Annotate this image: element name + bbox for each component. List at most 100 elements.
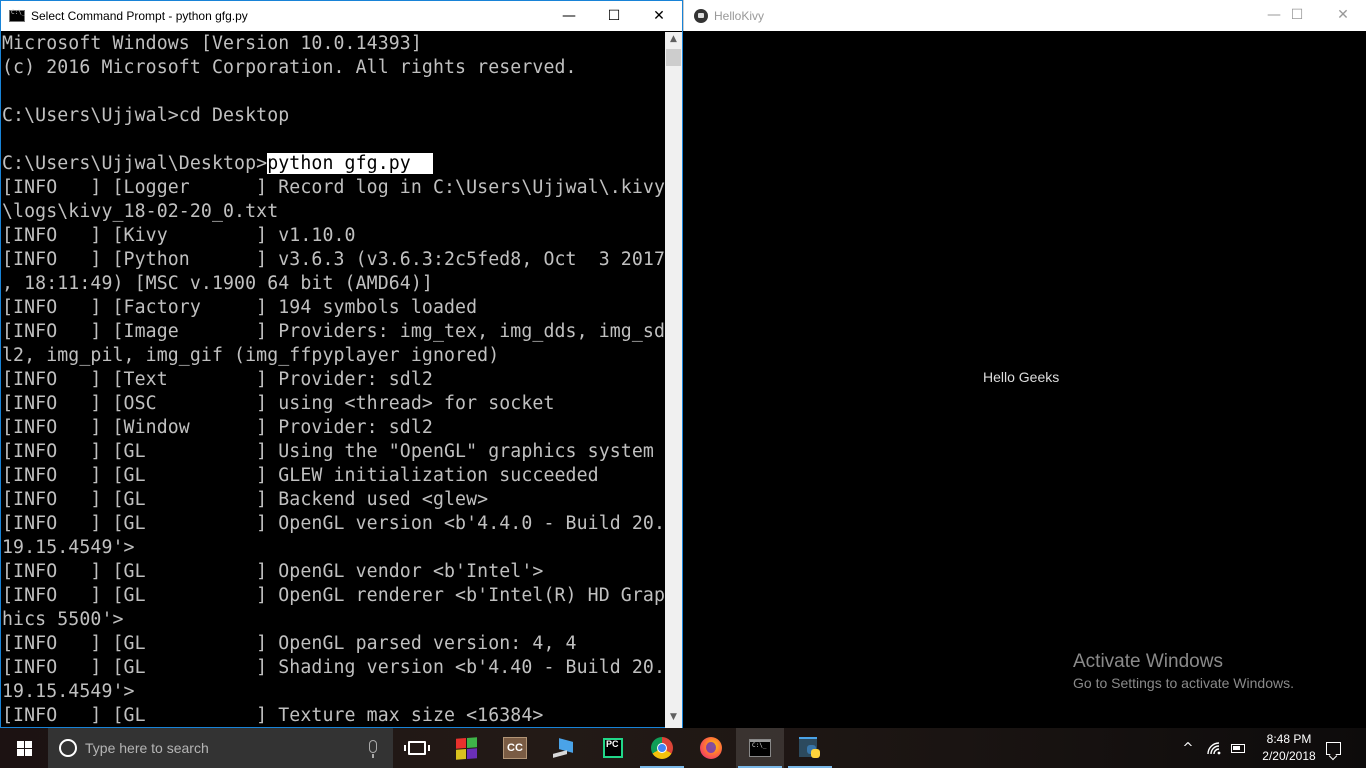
watermark-title: Activate Windows [1073,651,1223,672]
console-line: [INFO ] [Factory ] 194 symbols loaded [2,296,665,320]
console-line: (c) 2016 Microsoft Corporation. All righ… [2,56,665,80]
console-line: [INFO ] [Kivy ] v1.10.0 [2,224,665,248]
console-line-text: hics 5500'> [2,609,124,630]
console-line: \logs\kivy_18-02-20_0.txt [2,200,665,224]
console-line-text: [INFO ] [Logger ] Record log in C:\Users… [2,177,665,198]
console-line-text: [INFO ] [Python ] v3.6.3 (v3.6.3:2c5fed8… [2,249,665,270]
task-view-button[interactable] [393,728,441,768]
scroll-down-icon[interactable]: ▼ [665,712,682,726]
kivy-close-button[interactable]: ✕ [1320,0,1366,30]
console-line-text: l2, img_pil, img_gif (img_ffpyplayer ign… [2,345,500,366]
console-line-text: [INFO ] [OSC ] using <thread> for socket [2,393,555,414]
selected-command-text[interactable]: python gfg.py [267,153,433,174]
console-line: 19.15.4549'> [2,536,665,560]
battery-charging-icon [1231,743,1245,753]
firefox-icon [700,737,722,759]
console-line: [INFO ] [Python ] v3.6.3 (v3.6.3:2c5fed8… [2,248,665,272]
console-line-text: , 18:11:49) [MSC v.1900 64 bit (AMD64)] [2,273,433,294]
console-line: [INFO ] [Window ] Provider: sdl2 [2,416,665,440]
show-hidden-icons-button[interactable]: ^ [1176,728,1200,768]
console-line: 19.15.4549'> [2,680,665,704]
chrome-icon [651,737,673,759]
clock-time: 8:48 PM [1266,732,1312,746]
notification-icon [1325,741,1341,755]
taskbar-store-button[interactable] [442,728,490,768]
console-line-text: [INFO ] [GL ] OpenGL version <b'4.4.0 - … [2,513,665,534]
console-line: [INFO ] [Text ] Provider: sdl2 [2,368,665,392]
console-line: [INFO ] [GL ] OpenGL vendor <b'Intel'> [2,560,665,584]
console-output[interactable]: Microsoft Windows [Version 10.0.14393] (c… [2,32,665,728]
hellokivy-window[interactable]: HelloKivy — ☐ ✕ Hello Geeks Activate Wind… [683,0,1366,728]
battery-button[interactable] [1226,728,1250,768]
start-button[interactable] [0,728,48,768]
cmd-titlebar[interactable]: Select Command Prompt - python gfg.py — … [1,1,682,31]
taskbar-firefox-button[interactable] [687,728,735,768]
scroll-up-icon[interactable]: ▲ [665,34,682,48]
console-line: [INFO ] [Logger ] Record log in C:\Users… [2,176,665,200]
console-line-text: [INFO ] [GL ] OpenGL renderer <b'Intel(R… [2,585,665,606]
console-line: C:\Users\Ujjwal>cd Desktop [2,104,665,128]
microphone-icon[interactable] [369,740,377,758]
watermark-subtitle: Go to Settings to activate Windows. [1073,675,1294,691]
command-prompt-window[interactable]: Select Command Prompt - python gfg.py — … [0,0,683,728]
console-line: l2, img_pil, img_gif (img_ffpyplayer ign… [2,344,665,368]
console-line: [INFO ] [OSC ] using <thread> for socket [2,392,665,416]
taskbar-cc-button[interactable]: CC [491,728,539,768]
action-center-button[interactable] [1318,728,1348,768]
console-line: [INFO ] [GL ] OpenGL parsed version: 4, … [2,632,665,656]
console-line-text: \logs\kivy_18-02-20_0.txt [2,201,279,222]
console-line-text: [INFO ] [Text ] Provider: sdl2 [2,369,433,390]
cc-icon: CC [503,737,527,759]
scrollbar-thumb[interactable] [666,49,681,66]
search-placeholder: Type here to search [85,740,209,756]
console-line-text: [INFO ] [GL ] Texture max size <16384> [2,705,544,726]
taskbar-this-pc-button[interactable] [540,728,588,768]
cmd-app-icon [9,9,25,22]
console-line-text: [INFO ] [GL ] OpenGL parsed version: 4, … [2,633,577,654]
kivy-titlebar[interactable]: HelloKivy — ☐ ✕ [683,0,1366,31]
pycharm-icon: PC [603,738,623,758]
network-button[interactable] [1202,728,1226,768]
taskbar: Type here to search CC PC ^ [0,728,1366,768]
taskbar-cmd-button[interactable] [736,728,784,768]
console-line: [INFO ] [GL ] Texture max size <16384> [2,704,665,728]
windows-logo-icon [16,740,32,756]
cmd-minimize-button[interactable]: — [546,1,592,31]
taskbar-pycharm-button[interactable]: PC [589,728,637,768]
console-line: C:\Users\Ujjwal\Desktop>python gfg.py [2,152,665,176]
console-line-text: [INFO ] [Factory ] 194 symbols loaded [2,297,478,318]
cmd-window-title: Select Command Prompt - python gfg.py [31,9,248,23]
taskbar-chrome-button[interactable] [638,728,686,768]
console-line: [INFO ] [GL ] Using the "OpenGL" graphic… [2,440,665,464]
console-line-text: [INFO ] [Window ] Provider: sdl2 [2,417,433,438]
kivy-maximize-button[interactable]: ☐ [1274,0,1320,30]
kivy-logo-icon [694,8,708,23]
cmd-close-button[interactable]: ✕ [636,1,682,31]
search-box[interactable]: Type here to search [48,728,393,768]
clock-button[interactable]: 8:48 PM 2/20/2018 [1254,728,1324,768]
console-line: [INFO ] [GL ] Backend used <glew> [2,488,665,512]
cortana-icon [59,739,77,757]
cmd-maximize-button[interactable]: ☐ [591,1,637,31]
console-line: [INFO ] [GL ] GLEW initialization succee… [2,464,665,488]
console-line-text: [INFO ] [GL ] Using the "OpenGL" graphic… [2,441,654,462]
console-line: [INFO ] [Image ] Providers: img_tex, img… [2,320,665,344]
wifi-icon [1207,742,1221,755]
taskbar-python-button[interactable] [786,728,834,768]
store-icon [455,736,477,760]
command-prompt-icon [749,739,771,757]
hello-geeks-label: Hello Geeks [983,369,1060,385]
console-line-text: [INFO ] [Kivy ] v1.10.0 [2,225,356,246]
console-line-text: [INFO ] [Image ] Providers: img_tex, img… [2,321,665,342]
cmd-scrollbar[interactable]: ▲ ▼ [665,32,682,728]
console-line-text: [INFO ] [GL ] OpenGL vendor <b'Intel'> [2,561,544,582]
console-line: Microsoft Windows [Version 10.0.14393] [2,32,665,56]
console-line-text: 19.15.4549'> [2,681,135,702]
console-line-text: (c) 2016 Microsoft Corporation. All righ… [2,57,577,78]
console-line-text: [INFO ] [GL ] Shading version <b'4.40 - … [2,657,665,678]
clock-date: 2/20/2018 [1262,749,1316,763]
activate-windows-watermark: Activate Windows Go to Settings to activ… [1073,651,1294,693]
console-line-text: [INFO ] [GL ] Backend used <glew> [2,489,489,510]
console-line-text: 19.15.4549'> [2,537,135,558]
console-line: hics 5500'> [2,608,665,632]
